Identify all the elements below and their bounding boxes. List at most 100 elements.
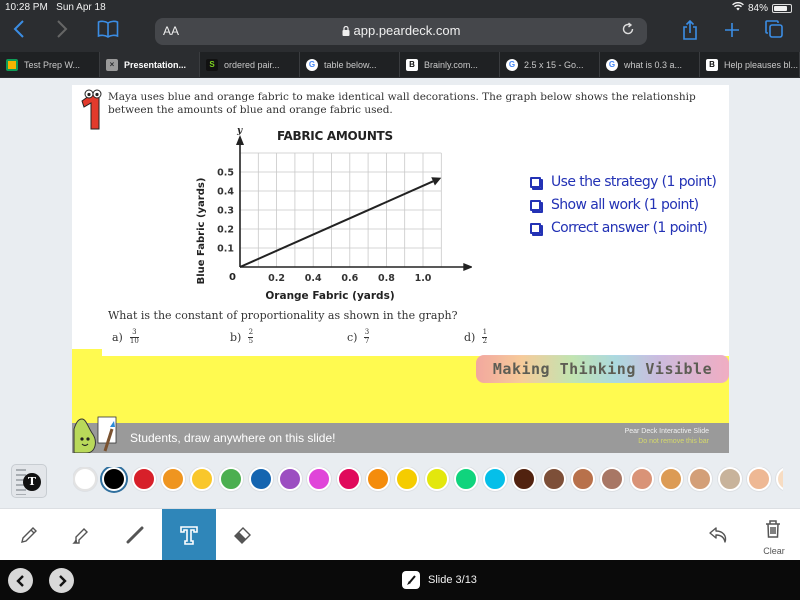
clear-button[interactable] [746,509,800,549]
color-swatch[interactable] [658,467,683,491]
book-icon [97,20,119,38]
color-swatch[interactable] [512,467,537,491]
close-tab-icon[interactable]: × [106,58,118,71]
color-swatch[interactable] [453,467,478,491]
tab-title: Test Prep W... [24,59,81,70]
bookmarks-button[interactable] [96,20,120,44]
line-tool-button[interactable] [108,509,162,561]
browser-tab[interactable]: Gwhat is 0.3 a... [600,52,700,77]
color-swatch[interactable] [629,467,654,491]
tab-overview-button[interactable] [762,20,786,44]
color-swatch[interactable] [365,467,390,491]
color-swatch[interactable] [746,467,771,491]
color-swatch[interactable] [483,467,508,491]
color-swatch[interactable] [571,467,596,491]
color-swatch[interactable] [219,467,244,491]
numerator: 1 [482,328,488,336]
chart-title: FABRIC AMOUNTS [277,129,393,143]
peardeck-bar: Students, draw anywhere on this slide! P… [72,416,729,453]
reload-button[interactable] [621,22,635,40]
back-button[interactable] [7,20,31,44]
text-t-icon [180,526,198,545]
rubric-checklist: Use the strategy (1 point) Show all work … [530,171,717,240]
slide-canvas[interactable]: Maya uses blue and orange fabric to make… [72,85,729,453]
answer-fraction: 12 [482,328,488,345]
browser-tab[interactable]: B Brainly.com... [400,52,500,77]
url-text: app.peardeck.com [353,23,461,38]
x-tick-label: 0.4 [305,273,322,284]
tab-title: Help pleauses bl... [724,59,799,70]
browser-tab[interactable]: Sordered pair... [200,52,300,77]
color-swatch[interactable] [248,467,273,491]
status-bar: 10:28 PM Sun Apr 18 84% [0,0,800,16]
address-bar[interactable]: AA app.peardeck.com [155,18,647,45]
browser-chrome: 10:28 PM Sun Apr 18 84% AA app.peardeck.… [0,0,800,78]
color-swatch[interactable] [190,467,215,491]
s-icon: S [206,58,218,71]
status-time: 10:28 PM Sun Apr 18 [5,2,106,13]
rubric-text: Correct answer (1 point) [551,220,708,236]
text-t-icon: T [23,473,41,491]
google-icon: G [606,58,618,71]
color-swatch[interactable] [278,467,303,491]
url-display[interactable]: app.peardeck.com [155,23,647,38]
color-swatch[interactable] [131,467,156,491]
time: 10:28 PM [5,2,48,13]
text-style-button[interactable]: T [11,464,47,498]
color-swatch[interactable] [424,467,449,491]
browser-tab[interactable]: Test Prep W... [0,52,100,77]
denominator: 2 [482,337,488,345]
new-tab-button[interactable] [720,20,744,44]
color-swatch[interactable] [600,467,625,491]
draw-instruction: Students, draw anywhere on this slide! [130,431,336,445]
browser-tab[interactable]: Gtable below... [300,52,400,77]
date: Sun Apr 18 [56,2,106,13]
forward-button[interactable] [50,20,74,44]
highlighter-tool-button[interactable] [54,509,108,561]
tab-strip: Test Prep W... × Presentation... Sordered p… [0,52,800,77]
brainly-icon: B [406,58,418,71]
y-tick-label: 0.4 [217,187,234,198]
highlighter-icon [72,528,88,544]
text-tool-button[interactable] [162,509,216,561]
numerator: 3 [132,328,137,336]
answer-label: a) [112,330,123,344]
undo-button[interactable] [692,509,746,561]
color-swatch[interactable] [102,467,127,491]
color-swatch[interactable] [395,467,420,491]
previous-slide-button[interactable] [8,568,33,593]
browser-tab[interactable]: × Presentation... [100,52,200,77]
tab-title: Presentation... [124,59,187,70]
y-axis-arrow [236,135,244,145]
color-swatch[interactable] [336,467,361,491]
interactive-slide-label: Pear Deck Interactive Slide [624,428,709,435]
series-line [239,180,434,268]
answer-label: c) [347,330,358,344]
question-text: Maya uses blue and orange fabric to make… [108,91,696,116]
y-tick-label: 0.1 [217,244,234,255]
color-swatch[interactable] [688,467,713,491]
battery-fill [774,5,788,11]
pencil-tool-button[interactable] [2,509,56,561]
tab-title: what is 0.3 a... [624,59,683,70]
browser-tab[interactable]: G 2.5 x 15 - Go... [500,52,600,77]
color-swatch[interactable] [73,467,97,491]
next-slide-button[interactable] [49,568,74,593]
slide-indicator: Slide 3/13 [402,571,477,589]
share-button[interactable] [678,19,702,44]
answer-fraction: 3 10 [129,328,139,345]
rubric-item: Show all work (1 point) [530,194,716,217]
color-swatch[interactable] [307,467,332,491]
paintbrush-icon [402,571,420,589]
color-swatch[interactable] [160,467,185,491]
browser-tab[interactable]: B Help pleauses bl... [700,52,800,77]
checkbox-icon [530,200,541,211]
pencil-icon [21,527,37,543]
eraser-tool-button[interactable] [216,509,270,561]
lock-icon [342,25,350,36]
color-swatch[interactable] [541,467,566,491]
color-swatch[interactable] [776,467,783,491]
clear-label[interactable]: Clear [752,546,796,556]
answer-label: b) [230,330,242,344]
color-swatch[interactable] [717,467,742,491]
